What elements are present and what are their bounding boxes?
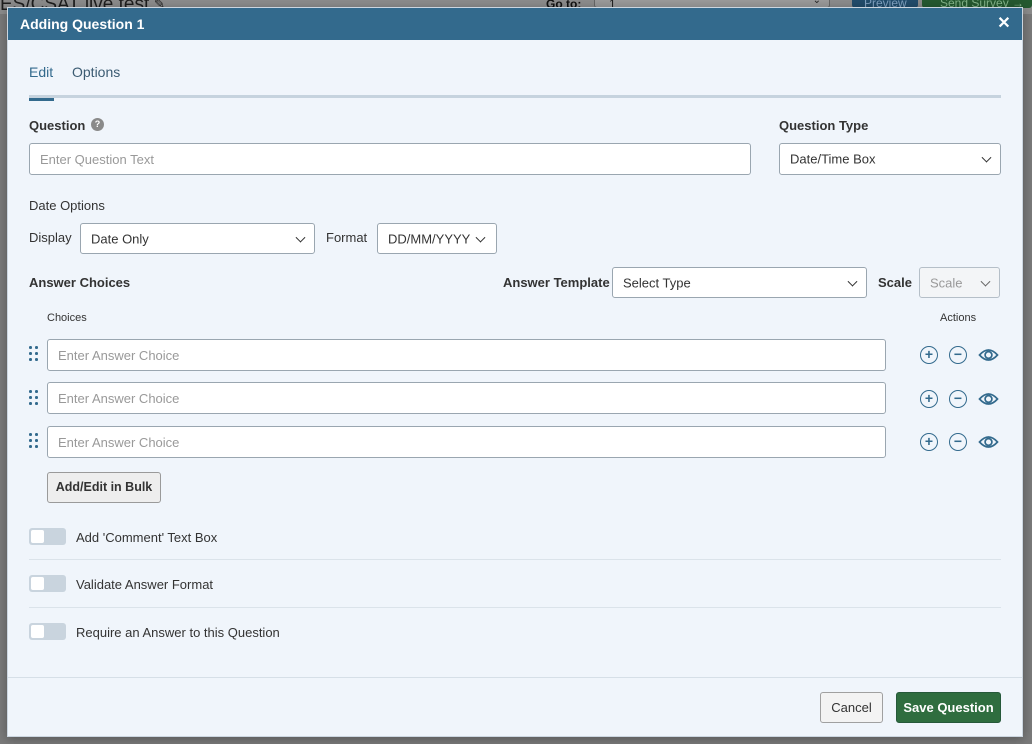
close-icon[interactable]: ✕	[994, 14, 1014, 34]
divider	[29, 607, 1001, 608]
drag-handle-icon[interactable]	[29, 346, 39, 362]
actions-column-header: Actions	[940, 312, 977, 324]
format-label: Format	[326, 230, 368, 245]
display-value: Date Only	[91, 231, 149, 246]
chevron-down-icon	[475, 232, 486, 243]
plus-circle-icon[interactable]: +	[920, 390, 938, 408]
answer-choices-label: Answer Choices	[29, 275, 131, 290]
modal-header: Adding Question 1 ✕	[8, 8, 1022, 40]
footer-divider	[8, 677, 1022, 678]
minus-circle-icon[interactable]: −	[949, 346, 967, 364]
question-label: Question	[29, 118, 86, 133]
eye-icon[interactable]	[978, 346, 999, 364]
question-type-select[interactable]: Date/Time Box	[779, 143, 1001, 175]
answer-template-value: Select Type	[623, 275, 691, 290]
chevron-down-icon	[981, 152, 992, 163]
display-select[interactable]: Date Only	[80, 223, 315, 254]
validate-format-toggle[interactable]	[29, 575, 66, 592]
question-text-input[interactable]	[29, 143, 751, 175]
chevron-down-icon: ⌄	[812, 0, 821, 6]
require-answer-label: Require an Answer to this Question	[76, 625, 280, 640]
tab-bar: Edit Options	[29, 64, 1001, 101]
comment-textbox-toggle[interactable]	[29, 528, 66, 545]
drag-handle-icon[interactable]	[29, 390, 39, 406]
scale-label: Scale	[878, 275, 912, 290]
eye-icon[interactable]	[978, 390, 999, 408]
add-question-modal: Adding Question 1 ✕ Edit Options Questio…	[7, 7, 1023, 737]
choices-column-header: Choices	[47, 312, 87, 324]
eye-icon[interactable]	[978, 433, 999, 451]
toggle-knob	[31, 530, 44, 543]
plus-circle-icon[interactable]: +	[920, 346, 938, 364]
answer-choice-input[interactable]	[47, 339, 886, 371]
tab-options[interactable]: Options	[72, 64, 120, 98]
chevron-down-icon	[295, 232, 306, 243]
modal-title: Adding Question 1	[20, 16, 145, 32]
divider	[29, 559, 1001, 560]
format-value: DD/MM/YYYY	[388, 231, 471, 246]
validate-format-label: Validate Answer Format	[76, 577, 214, 592]
format-select[interactable]: DD/MM/YYYY	[377, 223, 497, 254]
scale-select[interactable]: Scale	[919, 267, 1000, 298]
help-icon[interactable]: ?	[91, 118, 104, 131]
question-type-value: Date/Time Box	[790, 151, 876, 167]
add-edit-bulk-button[interactable]: Add/Edit in Bulk	[47, 472, 161, 503]
drag-handle-icon[interactable]	[29, 433, 39, 449]
cancel-button[interactable]: Cancel	[820, 692, 883, 723]
chevron-down-icon	[980, 276, 991, 287]
plus-circle-icon[interactable]: +	[920, 433, 938, 451]
scale-value: Scale	[930, 275, 963, 290]
answer-template-label: Answer Template	[503, 275, 610, 290]
require-answer-toggle[interactable]	[29, 623, 66, 640]
question-type-label: Question Type	[779, 118, 869, 133]
answer-choice-input[interactable]	[47, 426, 886, 458]
comment-textbox-label: Add 'Comment' Text Box	[76, 530, 218, 545]
toggle-knob	[31, 625, 44, 638]
date-options-label: Date Options	[29, 198, 105, 213]
display-label: Display	[29, 230, 72, 245]
tab-edit[interactable]: Edit	[29, 64, 54, 101]
toggle-knob	[31, 577, 44, 590]
answer-choice-input[interactable]	[47, 382, 886, 414]
chevron-down-icon	[847, 276, 858, 287]
minus-circle-icon[interactable]: −	[949, 390, 967, 408]
minus-circle-icon[interactable]: −	[949, 433, 967, 451]
answer-template-select[interactable]: Select Type	[612, 267, 867, 298]
save-question-button[interactable]: Save Question	[896, 692, 1001, 723]
